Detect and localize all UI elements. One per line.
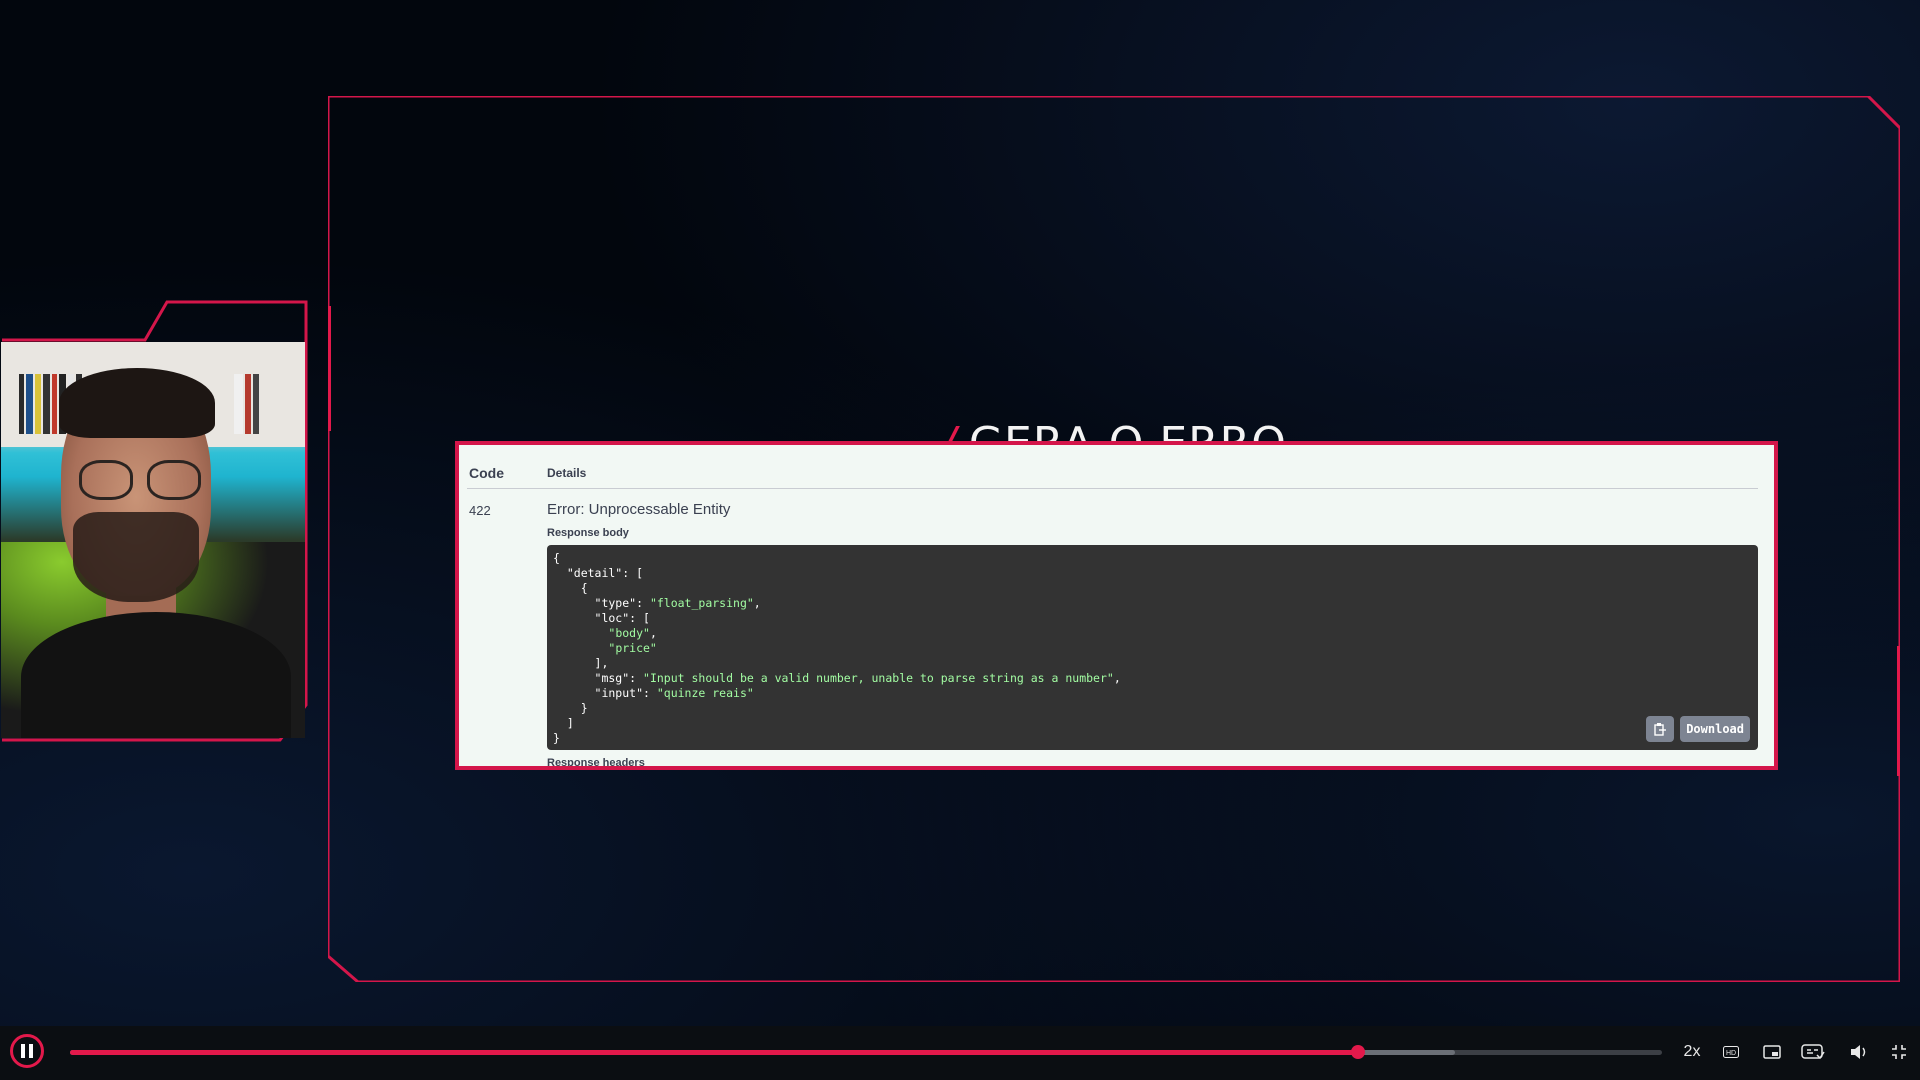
clipboard-icon — [1654, 723, 1666, 736]
code-line: "price" — [553, 641, 1752, 656]
player-controls: 2x HD — [0, 1026, 1920, 1080]
column-code-header: Code — [469, 465, 504, 481]
webcam-video — [1, 342, 305, 738]
code-line: } — [580, 701, 588, 715]
video-stage: /GERA O ERRO Code Details 422 Error: Unp… — [0, 0, 1920, 1026]
volume-button[interactable] — [1846, 1040, 1872, 1064]
captions-button[interactable] — [1798, 1040, 1828, 1064]
code-string: "price" — [608, 641, 657, 655]
code-string: "quinze reais" — [656, 686, 754, 700]
hd-button[interactable]: HD — [1718, 1040, 1744, 1064]
code-string: "float_parsing" — [649, 596, 754, 610]
download-button[interactable]: Download — [1680, 716, 1750, 742]
volume-icon — [1851, 1045, 1866, 1059]
code-line: ], — [594, 656, 609, 670]
shirt — [21, 612, 291, 738]
pause-button[interactable] — [10, 1034, 44, 1068]
code-line: "loc": [ — [553, 611, 650, 625]
code-line: "msg": "Input should be a valid number, … — [553, 671, 1121, 685]
fullscreen-exit-icon — [1892, 1045, 1906, 1059]
table-header: Code Details — [467, 465, 1758, 489]
code-string: "Input should be a valid number, unable … — [643, 671, 1114, 685]
code-line: ] — [566, 716, 574, 730]
response-body-code[interactable]: { "detail": [ { "type": "float_parsing",… — [547, 545, 1758, 750]
hd-icon: HD — [1723, 1046, 1739, 1058]
picture-in-picture-icon — [1763, 1045, 1781, 1059]
progress-knob[interactable] — [1350, 1045, 1365, 1059]
code-line: "body", — [608, 626, 657, 640]
code-line: "type": "float_parsing", — [553, 596, 761, 610]
code-string: "body" — [608, 626, 650, 640]
copy-button[interactable] — [1646, 716, 1674, 742]
code-line: "detail": [ — [553, 566, 644, 580]
fullscreen-exit-button[interactable] — [1886, 1040, 1912, 1064]
column-details-header: Details — [547, 466, 587, 480]
status-code: 422 — [469, 503, 491, 518]
captions-icon — [1801, 1044, 1825, 1060]
code-line: { — [580, 581, 588, 595]
pip-button[interactable] — [1758, 1040, 1786, 1064]
speed-button[interactable]: 2x — [1672, 1040, 1712, 1064]
error-title: Error: Unprocessable Entity — [547, 501, 731, 518]
response-body-label: Response body — [547, 527, 629, 539]
code-line: { — [553, 551, 560, 565]
glasses — [79, 460, 133, 500]
code-line: } — [553, 731, 560, 745]
response-headers-label: Response headers — [547, 757, 645, 769]
pause-icon — [21, 1044, 25, 1058]
svg-text:HD: HD — [1726, 1050, 1736, 1057]
played-bar — [70, 1050, 1358, 1055]
progress-bar[interactable] — [70, 1045, 1662, 1059]
response-panel: Code Details 422 Error: Unprocessable En… — [455, 441, 1778, 770]
code-line: "input": "quinze reais" — [553, 686, 754, 700]
